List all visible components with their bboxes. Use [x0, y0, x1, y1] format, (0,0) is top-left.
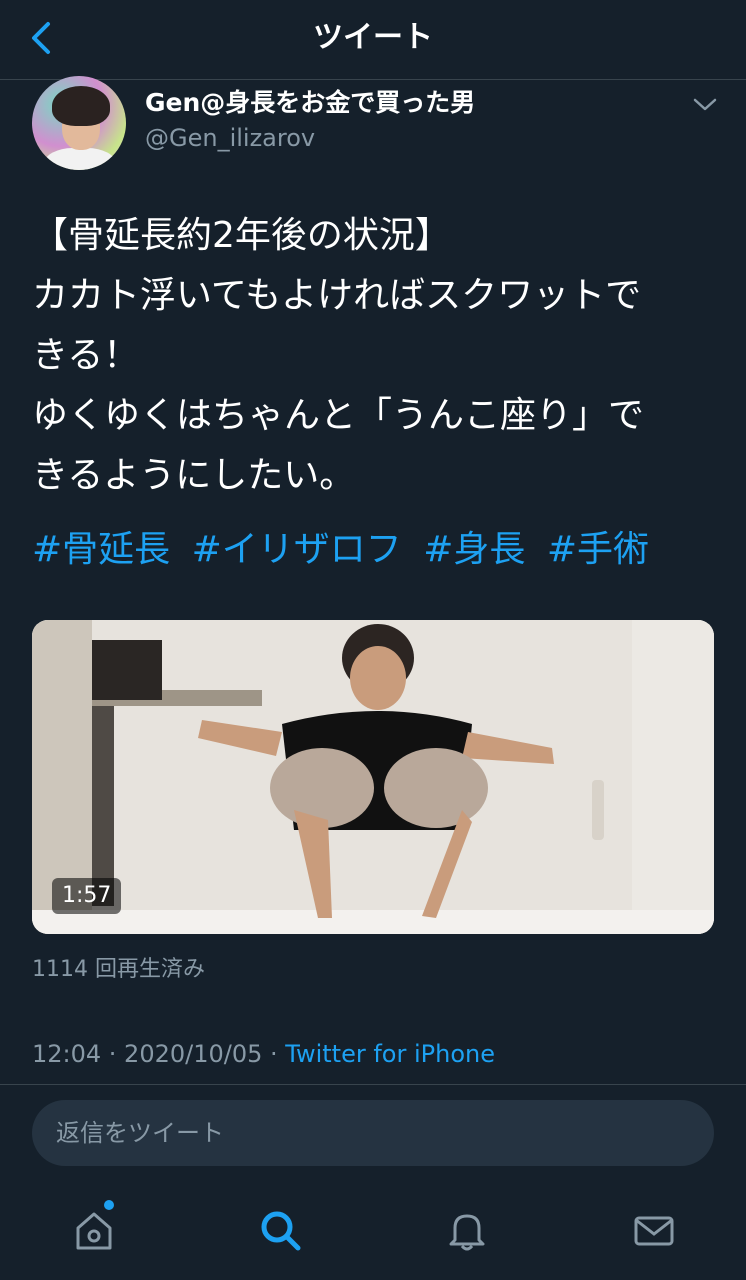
hashtag-link[interactable]: #イリザロフ	[192, 529, 402, 570]
tweet-line: カカト浮いてもよければスクワットで	[32, 275, 642, 316]
notifications-icon[interactable]	[443, 1206, 491, 1254]
hashtag-list: #骨延長 #イリザロフ #身長 #手術	[32, 522, 659, 578]
top-bar: ツイート	[0, 0, 746, 80]
tweet-line: ゆくゆくはちゃんと「うんこ座り」で	[32, 395, 645, 436]
divider	[0, 1084, 746, 1085]
view-count: 1114 回再生済み	[32, 957, 205, 982]
reply-input[interactable]: 返信をツイート	[32, 1100, 714, 1166]
tweet-meta: 12:04 · 2020/10/05 · Twitter for iPhone	[32, 1036, 495, 1072]
tweet-line: 【骨延長約2年後の状況】	[32, 215, 451, 256]
avatar[interactable]	[32, 76, 126, 170]
hashtag-link[interactable]: #骨延長	[32, 529, 170, 570]
home-icon[interactable]	[70, 1206, 118, 1254]
video-player[interactable]: 1:57	[32, 620, 714, 934]
search-icon[interactable]	[256, 1206, 304, 1254]
video-thumbnail	[32, 620, 714, 934]
tweet-line: きるようにしたい。	[32, 455, 356, 496]
messages-icon[interactable]	[630, 1206, 678, 1254]
chevron-down-icon[interactable]	[690, 90, 720, 120]
unread-indicator	[104, 1200, 114, 1210]
user-handle[interactable]: @Gen_ilizarov	[145, 122, 315, 154]
page-title: ツイート	[313, 20, 433, 55]
user-name[interactable]: Gen@身長をお金で買った男	[145, 86, 475, 120]
timestamp: 12:04 · 2020/10/05 ·	[32, 1040, 286, 1068]
hashtag-link[interactable]: #手術	[547, 529, 649, 570]
tweet-text: 【骨延長約2年後の状況】 カカト浮いてもよければスクワットで きる！ ゆくゆくは…	[32, 206, 722, 506]
source-link[interactable]: Twitter for iPhone	[285, 1040, 495, 1068]
hashtag-link[interactable]: #身長	[423, 529, 525, 570]
video-duration: 1:57	[52, 878, 122, 914]
tweet-line: きる！	[32, 335, 140, 376]
